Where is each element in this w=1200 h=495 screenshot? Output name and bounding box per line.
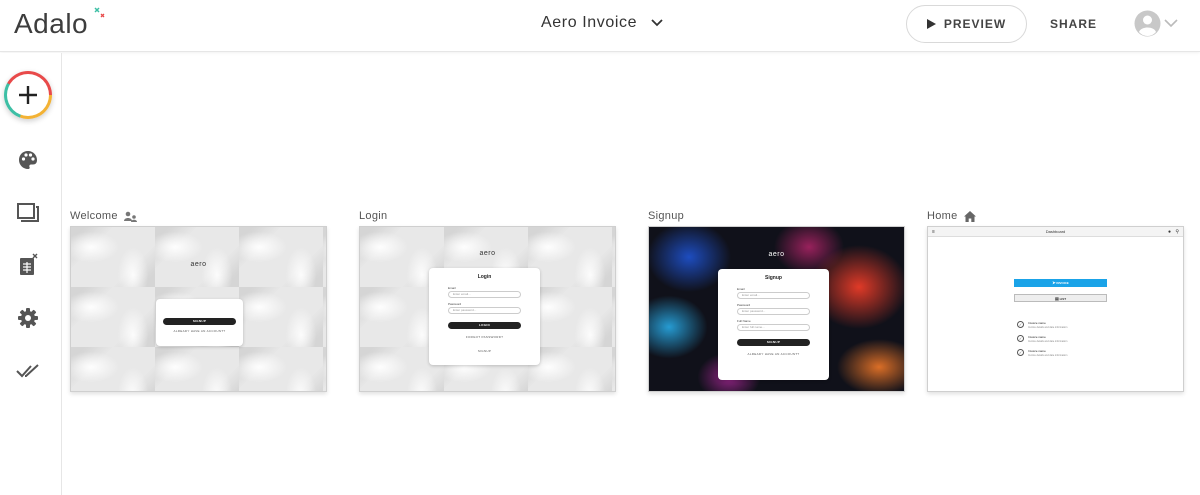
email-label: Email (448, 286, 456, 290)
avatar-icon (1134, 10, 1161, 37)
screen-welcome[interactable]: Welcome aero SIGNUP ALREADY HAVE AN ACCO… (70, 206, 327, 392)
menu-icon[interactable]: ≡ (932, 227, 935, 237)
signup-button[interactable]: SIGNUP (163, 318, 236, 325)
screen-name: Home (927, 210, 958, 222)
play-icon (926, 19, 936, 29)
password-input[interactable]: Enter password... (448, 307, 521, 314)
signup-button[interactable]: SIGNUP (737, 339, 810, 346)
brand-text: aero (190, 261, 207, 268)
invoice-button[interactable]: ➤ INVOICE (1014, 279, 1107, 287)
forgot-password-link[interactable]: FORGOT PASSWORD? (448, 335, 521, 339)
password-label: Password (448, 302, 462, 306)
screen-home[interactable]: Home ≡ Dashboard ● ⚲ ➤ INVOICE ▤ LIST ✓ … (927, 206, 1184, 392)
email-label: Email (737, 287, 745, 291)
settings-button[interactable] (16, 306, 40, 330)
users-icon (123, 211, 137, 222)
list-item-title: Invoice name (1028, 335, 1046, 339)
list-item-subtitle: Invoice details and date information (1028, 354, 1068, 357)
home-icon (963, 210, 976, 222)
full-name-input[interactable]: Enter full name... (737, 324, 810, 331)
double-check-icon (16, 364, 39, 378)
list-button[interactable]: ▤ LIST (1014, 294, 1107, 302)
gear-icon (18, 308, 38, 328)
screen-label: Login (359, 206, 616, 226)
screen-thumbnail[interactable]: ≡ Dashboard ● ⚲ ➤ INVOICE ▤ LIST ✓ Invoi… (927, 226, 1184, 392)
have-account-link[interactable]: ALREADY HAVE AN ACCOUNT? (737, 352, 810, 356)
list-item-subtitle: Invoice details and date information (1028, 326, 1068, 329)
screen-login[interactable]: Login aero Login Email Enter email... Pa… (359, 206, 616, 392)
search-icon[interactable]: ⚲ (1175, 227, 1179, 237)
info-icon[interactable]: ● (1168, 227, 1171, 237)
logo-sparkle-icon (94, 7, 105, 18)
login-button[interactable]: LOGIN (448, 322, 521, 329)
password-label: Password (737, 303, 751, 307)
database-icon (20, 253, 38, 275)
database-button[interactable] (16, 253, 40, 277)
preview-label: PREVIEW (943, 17, 1007, 31)
login-card: Login Email Enter email... Password Ente… (429, 268, 540, 365)
plus-icon (19, 86, 37, 104)
screen-label: Signup (648, 206, 905, 226)
signup-link[interactable]: SIGNUP (448, 349, 521, 353)
email-input[interactable]: Enter email... (737, 292, 810, 299)
publish-button[interactable] (16, 359, 40, 383)
list-button-label: LIST (1059, 297, 1067, 301)
email-input[interactable]: Enter email... (448, 291, 521, 298)
brand-text: aero (479, 250, 496, 257)
palette-icon (19, 151, 37, 169)
list-item[interactable]: ✓ Invoice name Invoice details and date … (1017, 349, 1107, 361)
screen-label: Welcome (70, 206, 327, 226)
app-bar: ≡ Dashboard ● ⚲ (928, 227, 1183, 237)
adalo-logo[interactable]: Adalo (14, 8, 88, 40)
app-bar-title: Dashboard (1045, 229, 1066, 234)
chevron-down-icon (651, 19, 663, 27)
screen-thumbnail[interactable]: aero SIGNUP ALREADY HAVE AN ACCOUNT? (70, 226, 327, 392)
account-menu[interactable] (1134, 10, 1178, 37)
list-icon: ▤ (1054, 296, 1059, 301)
brand-text: aero (768, 251, 785, 258)
password-input[interactable]: Enter password... (737, 308, 810, 315)
list-item-subtitle: Invoice details and date information (1028, 340, 1068, 343)
screen-label: Home (927, 206, 1184, 226)
top-bar: Adalo Aero Invoice PREVIEW SHARE (0, 0, 1200, 52)
check-icon: ✓ (1017, 349, 1024, 356)
list-item-title: Invoice name (1028, 349, 1046, 353)
invoice-button-label: INVOICE (1056, 281, 1069, 285)
card-title: Login (477, 274, 492, 280)
screen-name: Welcome (70, 210, 118, 222)
screens-button[interactable] (16, 200, 40, 224)
card-title: Signup (765, 275, 782, 281)
check-icon: ✓ (1017, 321, 1024, 328)
branding-button[interactable] (16, 148, 40, 172)
list-item[interactable]: ✓ Invoice name Invoice details and date … (1017, 335, 1107, 347)
screen-signup[interactable]: Signup aero Signup Email Enter email... … (648, 206, 905, 392)
app-name: Aero Invoice (541, 14, 638, 31)
screen-thumbnail[interactable]: aero Signup Email Enter email... Passwor… (648, 226, 905, 392)
list-item-title: Invoice name (1028, 321, 1046, 325)
preview-button[interactable]: PREVIEW (906, 5, 1027, 43)
app-selector[interactable]: Aero Invoice (541, 14, 663, 32)
screen-name: Signup (648, 210, 685, 222)
left-sidebar (0, 53, 62, 495)
signup-card: Signup Email Enter email... Password Ent… (718, 269, 829, 380)
screens-icon (17, 203, 39, 222)
screen-thumbnail[interactable]: aero Login Email Enter email... Password… (359, 226, 616, 392)
check-icon: ✓ (1017, 335, 1024, 342)
screen-name: Login (359, 210, 388, 222)
chevron-down-icon (1164, 19, 1178, 28)
add-component-button[interactable] (4, 71, 52, 119)
list-item[interactable]: ✓ Invoice name Invoice details and date … (1017, 321, 1107, 333)
welcome-card: SIGNUP ALREADY HAVE AN ACCOUNT? (156, 299, 243, 346)
have-account-link[interactable]: ALREADY HAVE AN ACCOUNT? (156, 329, 243, 333)
full-name-label: Full Name (737, 319, 751, 323)
share-button[interactable]: SHARE (1050, 17, 1097, 31)
